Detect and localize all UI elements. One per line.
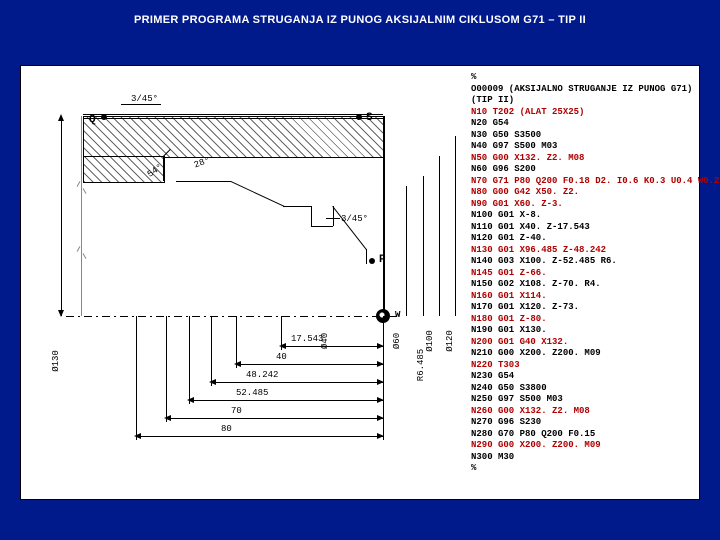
gcode-line: N260 G00 X132. Z2. M08 <box>471 406 693 418</box>
dim-52-485 <box>189 400 383 401</box>
ref-s: S <box>366 112 373 124</box>
chamfer-top: 3/45° <box>131 94 158 104</box>
point-q-icon <box>101 114 107 120</box>
gcode-line: N230 G54 <box>471 371 693 383</box>
gcode-listing: %O00009 (AKSIJALNO STRUGANJE IZ PUNOG G7… <box>471 72 693 493</box>
dim-80-label: 80 <box>221 424 232 434</box>
gcode-line: N110 G01 X40. Z-17.543 <box>471 222 693 234</box>
gcode-line: N290 G00 X200. Z200. M09 <box>471 440 693 452</box>
gcode-line: N60 G96 S200 <box>471 164 693 176</box>
dim-48-242-label: 48.242 <box>246 370 278 380</box>
ref-q: Q <box>89 114 96 126</box>
gcode-line: N300 M30 <box>471 452 693 464</box>
dia-60: Ø60 <box>392 333 402 349</box>
gcode-line: N70 G71 P80 Q200 F0.18 D2. I0.6 K0.3 U0.… <box>471 176 693 188</box>
gcode-line: N20 G54 <box>471 118 693 130</box>
gcode-line: N10 T202 (ALAT 25X25) <box>471 107 693 119</box>
point-s-icon <box>356 114 362 120</box>
gcode-line: (TIP II) <box>471 95 693 107</box>
dim-17-543 <box>281 346 383 347</box>
dim-52-485-label: 52.485 <box>236 388 268 398</box>
gcode-line: N220 T303 <box>471 360 693 372</box>
ref-p: P <box>379 254 386 266</box>
dim-70 <box>166 418 383 419</box>
content-panel: W Q S P 3/45° 28° 54° <box>20 65 700 500</box>
gcode-line: N100 G01 X-8. <box>471 210 693 222</box>
gcode-line: N190 G01 X130. <box>471 325 693 337</box>
gcode-line: N140 G03 X100. Z-52.485 R6. <box>471 256 693 268</box>
point-p-icon <box>369 258 375 264</box>
gcode-line: N210 G00 X200. Z200. M09 <box>471 348 693 360</box>
gcode-line: N170 G01 X120. Z-73. <box>471 302 693 314</box>
gcode-line: N280 G70 P80 Q200 F0.15 <box>471 429 693 441</box>
slide-title: PRIMER PROGRAMA STRUGANJA IZ PUNOG AKSIJ… <box>0 0 720 26</box>
gcode-line: N240 G50 S3800 <box>471 383 693 395</box>
gcode-line: N180 G01 Z-80. <box>471 314 693 326</box>
gcode-line: N200 G01 G40 X132. <box>471 337 693 349</box>
gcode-line: % <box>471 72 693 84</box>
dim-40 <box>236 364 383 365</box>
gcode-line: N160 G01 X114. <box>471 291 693 303</box>
dim-70-label: 70 <box>231 406 242 416</box>
gcode-line: O00009 (AKSIJALNO STRUGANJE IZ PUNOG G71… <box>471 84 693 96</box>
ref-w: W <box>395 310 400 320</box>
dim-r: R6.485 <box>416 349 426 381</box>
dia-100: Ø100 <box>425 330 435 352</box>
gcode-line: N30 G50 S3500 <box>471 130 693 142</box>
gcode-line: N80 G00 G42 X50. Z2. <box>471 187 693 199</box>
dia-120: Ø120 <box>445 330 455 352</box>
gcode-line: N40 G97 S500 M03 <box>471 141 693 153</box>
dia-40: Ø40 <box>320 333 330 349</box>
dim-80 <box>136 436 383 437</box>
hatch-top <box>83 116 385 158</box>
dim-48-242 <box>211 382 383 383</box>
dim-17-543-label: 17.543 <box>291 334 323 344</box>
gcode-line: N145 G01 Z-66. <box>471 268 693 280</box>
gcode-line: % <box>471 463 693 475</box>
gcode-line: N120 G01 Z-40. <box>471 233 693 245</box>
dim-40-label: 40 <box>276 352 287 362</box>
gcode-line: N130 G01 X96.485 Z-48.242 <box>471 245 693 257</box>
gcode-line: N250 G97 S500 M03 <box>471 394 693 406</box>
dia-130: Ø130 <box>51 350 61 372</box>
gcode-line: N270 G96 S230 <box>471 417 693 429</box>
technical-drawing: W Q S P 3/45° 28° 54° <box>21 66 461 499</box>
chamfer-groove: 3/45° <box>341 214 368 224</box>
gcode-line: N50 G00 X132. Z2. M08 <box>471 153 693 165</box>
gcode-line: N150 G02 X108. Z-70. R4. <box>471 279 693 291</box>
gcode-line: N90 G01 X60. Z-3. <box>471 199 693 211</box>
